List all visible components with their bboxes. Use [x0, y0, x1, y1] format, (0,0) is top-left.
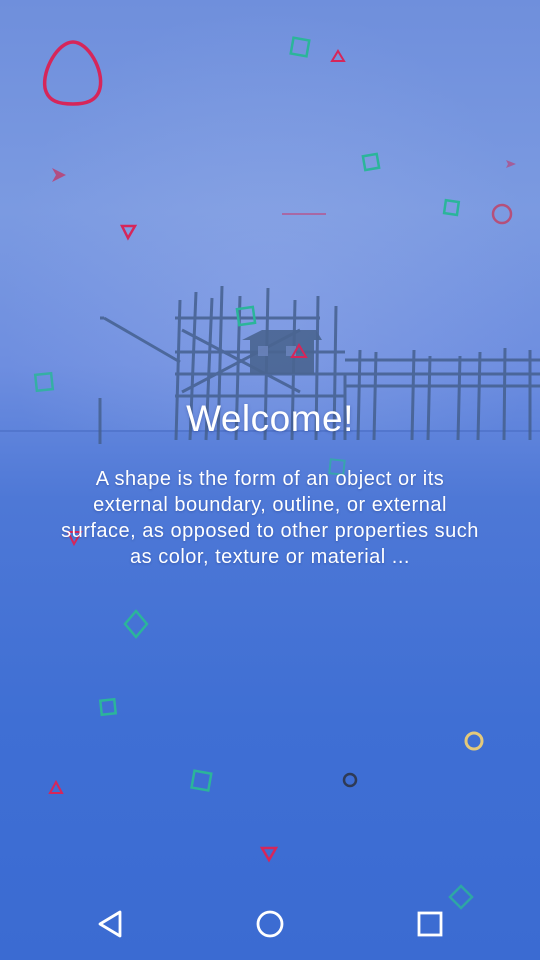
triangle-shape [259, 846, 279, 863]
square-shape [98, 697, 118, 717]
triangle-shape [290, 343, 308, 358]
square-shape [442, 198, 461, 217]
welcome-title: Welcome! [186, 398, 354, 439]
onboarding-screen: Welcome! A shape is the form of an objec… [0, 0, 540, 960]
home-icon [256, 910, 284, 938]
recents-icon [417, 911, 443, 937]
system-navigation-bar [0, 888, 540, 960]
square-shape [190, 769, 213, 792]
square-shape [289, 36, 311, 58]
rounded-triangle-logo [42, 40, 103, 106]
welcome-section: Welcome! A shape is the form of an objec… [0, 398, 540, 570]
triangle-shape [119, 224, 138, 241]
diamond-shape [123, 609, 149, 639]
circle-shape [464, 731, 484, 751]
recents-button[interactable] [400, 894, 460, 954]
triangle-shape [48, 779, 64, 794]
welcome-description: A shape is the form of an object or its … [61, 468, 479, 568]
circle-shape [491, 203, 513, 225]
back-button[interactable] [80, 894, 140, 954]
square-shape [361, 152, 381, 172]
square-shape [33, 371, 55, 393]
triangle-shape [330, 49, 346, 62]
square-shape [235, 305, 257, 327]
arrowhead-shape [506, 160, 516, 168]
back-icon [98, 910, 122, 938]
home-button[interactable] [240, 894, 300, 954]
circle-shape [342, 772, 358, 788]
arrowhead-shape [52, 168, 66, 182]
